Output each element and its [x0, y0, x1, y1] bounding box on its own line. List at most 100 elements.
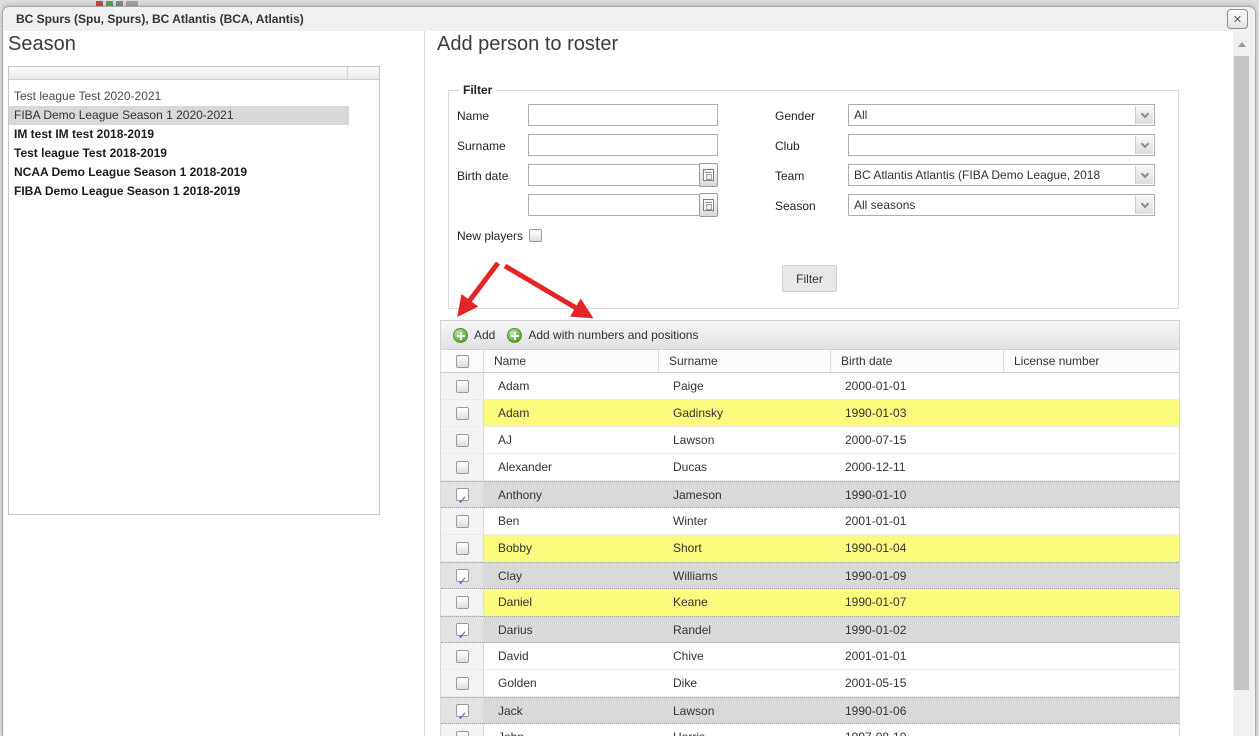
player-row[interactable]: Adam Gadinsky 1990-01-03	[441, 400, 1179, 427]
season-item[interactable]: NCAA Demo League Season 1 2018-2019	[9, 163, 379, 182]
gender-label: Gender	[775, 109, 816, 123]
player-checkbox[interactable]	[455, 433, 469, 447]
player-checkbox-cell	[441, 508, 484, 534]
birth-date-to-input[interactable]	[528, 194, 700, 216]
player-birth-date: 2000-01-01	[845, 379, 907, 393]
player-surname: Ducas	[673, 460, 708, 474]
dropdown-button[interactable]	[1135, 196, 1153, 214]
season-item[interactable]: Test league Test 2020-2021	[9, 87, 379, 106]
chevron-down-icon	[1140, 109, 1149, 118]
birth-date-to-picker-button[interactable]	[699, 193, 718, 217]
dropdown-button[interactable]	[1135, 136, 1153, 154]
team-select[interactable]: BC Atlantis Atlantis (FIBA Demo League, …	[848, 164, 1155, 186]
player-checkbox[interactable]	[455, 703, 469, 723]
season-item[interactable]: FIBA Demo League Season 1 2018-2019	[9, 182, 379, 201]
player-checkbox[interactable]	[455, 460, 469, 474]
player-license-number	[1004, 617, 1179, 642]
player-checkbox[interactable]	[455, 541, 469, 555]
birth-date-from-input[interactable]	[528, 164, 700, 186]
player-row[interactable]: Darius Randel 1990-01-02	[441, 616, 1179, 643]
roster-panel-heading: Add person to roster	[437, 33, 619, 55]
column-header-surname[interactable]: Surname	[659, 350, 831, 372]
player-row[interactable]: Anthony Jameson 1990-01-10	[441, 481, 1179, 508]
name-label: Name	[457, 109, 490, 123]
name-input[interactable]	[528, 104, 718, 126]
scrollbar-up-button[interactable]	[1233, 36, 1250, 53]
vertical-scrollbar[interactable]	[1233, 36, 1250, 736]
player-row[interactable]: Ben Winter 2001-01-01	[441, 508, 1179, 535]
players-table-body: Adam Paige 2000-01-01 Adam Gadinsky 1990-01-0…	[441, 373, 1179, 736]
season-filter-label: Season	[775, 199, 816, 213]
add-button-label: Add	[474, 328, 496, 342]
player-checkbox-cell	[441, 454, 484, 480]
player-birth-date: 2001-01-01	[845, 514, 907, 528]
gender-select[interactable]: All	[848, 104, 1155, 126]
player-row[interactable]: JohnHarris1997-08-10	[441, 724, 1179, 736]
player-checkbox[interactable]	[455, 649, 469, 663]
add-plus-icon	[453, 327, 468, 343]
player-name: Ben	[498, 514, 520, 528]
player-row[interactable]: Bobby Short 1990-01-04	[441, 535, 1179, 562]
player-row[interactable]: Golden Dike 2001-05-15	[441, 670, 1179, 697]
player-checkbox[interactable]	[455, 568, 469, 588]
player-row[interactable]: Clay Williams 1990-01-09	[441, 562, 1179, 589]
player-checkbox-cell	[441, 724, 484, 736]
player-license-number	[1004, 427, 1179, 453]
select-all-checkbox[interactable]	[455, 354, 469, 368]
season-item[interactable]: IM test IM test 2018-2019	[9, 125, 379, 144]
surname-input[interactable]	[528, 134, 718, 156]
season-item[interactable]: FIBA Demo League Season 1 2020-2021	[9, 106, 349, 125]
dropdown-button[interactable]	[1135, 166, 1153, 184]
scrollbar-thumb[interactable]	[1234, 56, 1249, 690]
player-surname: Chive	[673, 649, 704, 663]
club-select[interactable]	[848, 134, 1155, 156]
player-checkbox[interactable]	[455, 379, 469, 393]
filter-button[interactable]: Filter	[782, 265, 837, 292]
player-surname: Keane	[673, 595, 708, 609]
birth-date-from-picker-button[interactable]	[699, 163, 718, 187]
player-checkbox-cell	[441, 427, 484, 453]
player-surname: Randel	[673, 623, 712, 637]
player-license-number	[1004, 373, 1179, 399]
player-row[interactable]: AJ Lawson 2000-07-15	[441, 427, 1179, 454]
player-birth-date: 2000-12-11	[845, 460, 906, 474]
player-birth-date: 1990-01-03	[845, 406, 907, 420]
season-list-header	[9, 67, 379, 80]
player-row[interactable]: Jack Lawson 1990-01-06	[441, 697, 1179, 724]
player-row[interactable]: Daniel Keane 1990-01-07	[441, 589, 1179, 616]
add-with-numbers-button[interactable]: Add with numbers and positions	[507, 327, 698, 343]
player-checkbox[interactable]	[455, 487, 469, 507]
player-row[interactable]: Adam Paige 2000-01-01	[441, 373, 1179, 400]
player-checkbox[interactable]	[455, 622, 469, 642]
dropdown-button[interactable]	[1135, 106, 1153, 124]
player-name: Bobby	[498, 541, 533, 555]
player-name: Daniel	[498, 595, 533, 609]
player-checkbox[interactable]	[455, 406, 469, 420]
add-plus-icon	[507, 327, 523, 343]
player-birth-date: 2001-05-15	[845, 676, 907, 690]
column-header-birth-date[interactable]: Birth date	[831, 350, 1004, 372]
player-checkbox[interactable]	[455, 676, 469, 690]
players-table-header: Name Surname Birth date License number	[441, 350, 1179, 373]
player-license-number	[1004, 508, 1179, 534]
player-row[interactable]: Alexander Ducas 2000-12-11	[441, 454, 1179, 481]
player-row[interactable]: David Chive 2001-01-01	[441, 643, 1179, 670]
player-checkbox[interactable]	[455, 595, 469, 609]
player-surname: Lawson	[673, 704, 715, 718]
player-checkbox-cell	[441, 400, 484, 426]
new-players-checkbox[interactable]	[529, 229, 542, 242]
player-surname: Short	[673, 541, 702, 555]
column-header-license-number[interactable]: License number	[1004, 350, 1179, 372]
player-checkbox[interactable]	[455, 730, 469, 736]
column-header-name[interactable]: Name	[484, 350, 659, 372]
birth-date-from-field	[528, 163, 718, 187]
player-license-number	[1004, 454, 1179, 480]
player-license-number	[1004, 643, 1179, 669]
add-button[interactable]: Add	[453, 327, 496, 343]
season-item[interactable]: Test league Test 2018-2019	[9, 144, 379, 163]
close-button[interactable]: ✕	[1227, 9, 1248, 29]
season-select[interactable]: All seasons	[848, 194, 1155, 216]
player-license-number	[1004, 482, 1179, 507]
player-license-number	[1004, 535, 1179, 561]
player-checkbox[interactable]	[455, 514, 469, 528]
